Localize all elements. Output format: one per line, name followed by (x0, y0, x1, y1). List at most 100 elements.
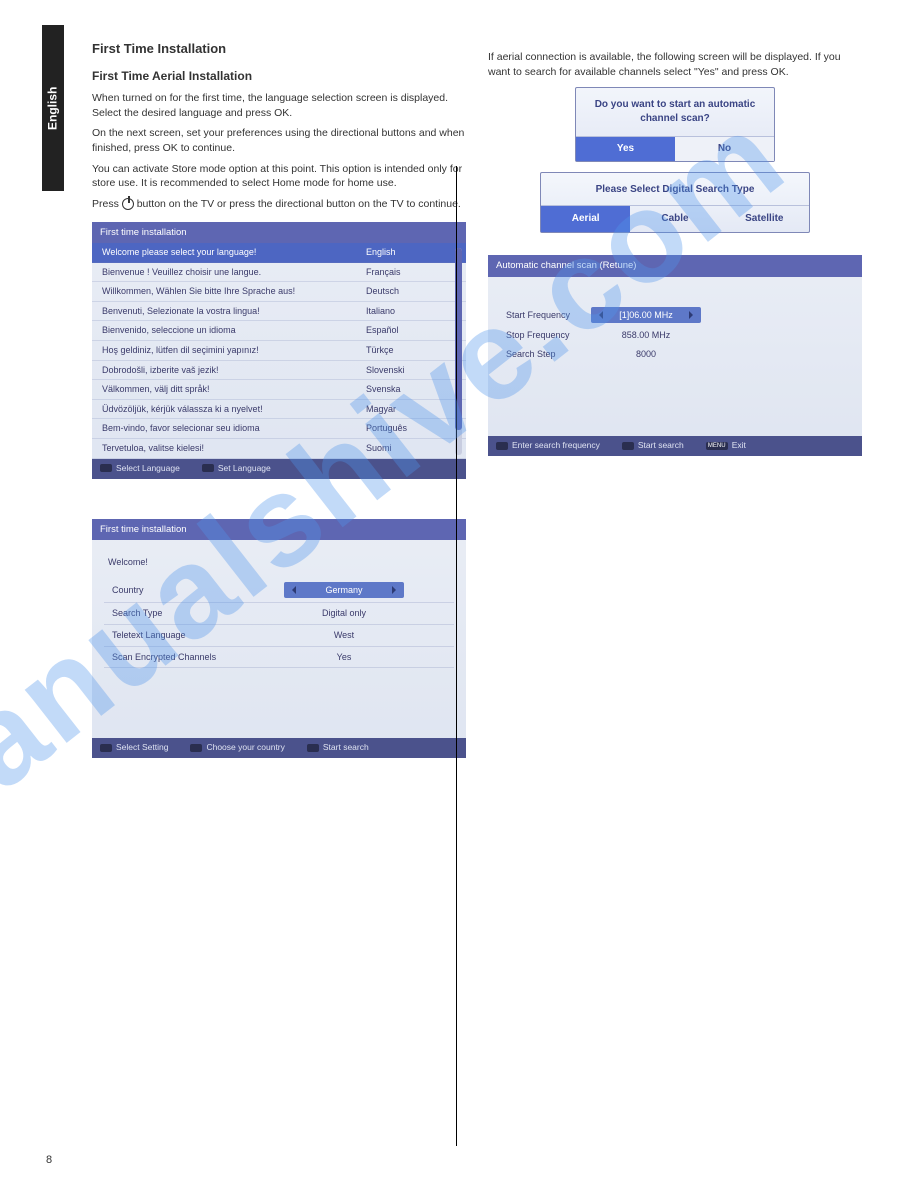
osd-language-footer: Select Language Set Language (92, 459, 466, 479)
lang-prompt: Bienvenido, seleccione un idioma (102, 324, 366, 337)
footer-set-language: Set Language (218, 463, 271, 473)
osd-welcome-title: Welcome! (104, 556, 454, 579)
scan-label: Stop Frequency (506, 329, 591, 342)
lang-name: Magyar (366, 403, 456, 416)
language-row[interactable]: Bienvenue ! Veuillez choisir une langue.… (92, 263, 466, 283)
setting-value-selected[interactable]: Germany (284, 582, 404, 598)
search-type-aerial[interactable]: Aerial (541, 206, 630, 232)
footer-select-language: Select Language (116, 463, 180, 473)
setting-value: Yes (337, 652, 352, 662)
search-type-satellite[interactable]: Satellite (720, 206, 809, 232)
lang-name: Português (366, 422, 456, 435)
osd-scan-footer: Enter search frequency Start search MENU… (488, 436, 862, 456)
lang-prompt: Bienvenue ! Veuillez choisir une langue. (102, 266, 366, 279)
language-row[interactable]: Üdvözöljük, kérjük válassza ki a nyelvet… (92, 400, 466, 420)
lang-name: Italiano (366, 305, 456, 318)
welcome-setting-row[interactable]: Country Germany (104, 578, 454, 603)
osd-welcome-panel: First time installation Welcome! Country… (92, 519, 466, 759)
language-row[interactable]: Bienvenido, seleccione un idiomaEspañol (92, 321, 466, 341)
osd-language-header: First time installation (92, 222, 466, 243)
footer-select-setting: Select Setting (116, 742, 168, 752)
lang-prompt: Willkommen, Wählen Sie bitte Ihre Sprach… (102, 285, 366, 298)
num-icon (496, 442, 508, 450)
ok-icon (202, 464, 214, 472)
setting-label: Search Type (112, 607, 242, 620)
scan-setting-row[interactable]: Stop Frequency 858.00 MHz (506, 329, 844, 342)
welcome-setting-row[interactable]: Scan Encrypted Channels Yes (104, 647, 454, 669)
dialog-search-type: Please Select Digital Search Type Aerial… (540, 172, 810, 233)
dialog-scan-no-button[interactable]: No (675, 137, 774, 161)
lang-name: Suomi (366, 442, 456, 455)
scan-value-selected[interactable]: [1]06.00 MHz (591, 307, 701, 324)
language-row[interactable]: Welcome please select your language!Engl… (92, 243, 466, 263)
language-row[interactable]: Välkommen, välj ditt språk!Svenska (92, 380, 466, 400)
footer-choose-country: Choose your country (206, 742, 284, 752)
dialog-search-type-prompt: Please Select Digital Search Type (541, 183, 809, 197)
osd-scan-rows: Start Frequency[1]06.00 MHzStop Frequenc… (488, 277, 862, 437)
lang-name: Svenska (366, 383, 456, 396)
scan-setting-row[interactable]: Search Step 8000 (506, 348, 844, 361)
ok-icon (307, 744, 319, 752)
dialog-auto-scan: Do you want to start an automatic channe… (575, 87, 775, 162)
lang-prompt: Välkommen, välj ditt språk! (102, 383, 366, 396)
lang-prompt: Üdvözöljük, kérjük válassza ki a nyelvet… (102, 403, 366, 416)
osd-welcome-rows: Country Germany Search Type Digital only Tel… (104, 578, 454, 668)
welcome-setting-row[interactable]: Search Type Digital only (104, 603, 454, 625)
scan-value: 8000 (636, 349, 656, 359)
lang-name: Deutsch (366, 285, 456, 298)
page-number: 8 (46, 1153, 52, 1168)
lang-prompt: Bem-vindo, favor selecionar seu idioma (102, 422, 366, 435)
osd-welcome-header: First time installation (92, 519, 466, 540)
footer-enter-frequency: Enter search frequency (512, 440, 600, 450)
page-content: First Time Installation First Time Aeria… (92, 30, 862, 772)
osd-language-panel: First time installation Welcome please s… (92, 222, 466, 479)
lang-prompt: Hoş geldiniz, lütfen dil seçimini yapını… (102, 344, 366, 357)
lang-name: Slovenski (366, 364, 456, 377)
power-icon (122, 198, 134, 210)
language-row[interactable]: Dobrodošli, izberite vaš jezik!Slovenski (92, 361, 466, 381)
scan-label: Start Frequency (506, 309, 591, 322)
ok-icon (622, 442, 634, 450)
column-divider (456, 166, 457, 1146)
right-column: If aerial connection is available, the f… (488, 30, 862, 772)
left-p4-pre: Press (92, 198, 122, 210)
lang-name: Türkçe (366, 344, 456, 357)
search-type-cable[interactable]: Cable (630, 206, 719, 232)
osd-scan-panel: Automatic channel scan (Retune) Start Fr… (488, 255, 862, 456)
left-paragraph-4: Press button on the TV or press the dire… (92, 197, 466, 212)
page-side-tab: English (42, 25, 64, 191)
right-paragraph-1: If aerial connection is available, the f… (488, 50, 862, 79)
language-row[interactable]: Willkommen, Wählen Sie bitte Ihre Sprach… (92, 282, 466, 302)
lang-prompt: Dobrodošli, izberite vaš jezik! (102, 364, 366, 377)
setting-label: Country (112, 584, 242, 597)
language-row[interactable]: Bem-vindo, favor selecionar seu idiomaPo… (92, 419, 466, 439)
setting-value: Digital only (322, 608, 366, 618)
left-paragraph-3: You can activate Store mode option at th… (92, 162, 466, 191)
scan-value: 858.00 MHz (622, 330, 671, 340)
footer-exit: Exit (732, 440, 746, 450)
scan-label: Search Step (506, 348, 591, 361)
language-row[interactable]: Benvenuti, Selezionate la vostra lingua!… (92, 302, 466, 322)
dialog-scan-prompt: Do you want to start an automatic channe… (576, 98, 774, 126)
welcome-setting-row[interactable]: Teletext LanguageWest (104, 625, 454, 647)
setting-label: Teletext Language (112, 629, 242, 642)
language-row[interactable]: Tervetuloa, valitse kielesi!Suomi (92, 439, 466, 459)
osd-language-rows: Welcome please select your language!Engl… (92, 243, 466, 459)
language-row[interactable]: Hoş geldiniz, lütfen dil seçimini yapını… (92, 341, 466, 361)
lang-name: Français (366, 266, 456, 279)
osd-scan-header: Automatic channel scan (Retune) (488, 255, 862, 276)
lang-name: English (366, 246, 456, 259)
lang-prompt: Tervetuloa, valitse kielesi! (102, 442, 366, 455)
section-title: First Time Installation (92, 40, 466, 58)
setting-label: Scan Encrypted Channels (112, 651, 242, 664)
left-paragraph-2: On the next screen, set your preferences… (92, 126, 466, 155)
left-paragraph-1: When turned on for the first time, the l… (92, 91, 466, 120)
scan-setting-row[interactable]: Start Frequency[1]06.00 MHz (506, 307, 844, 324)
footer-start-search: Start search (638, 440, 684, 450)
dialog-scan-yes-button[interactable]: Yes (576, 137, 675, 161)
lang-name: Español (366, 324, 456, 337)
menu-icon: MENU (706, 442, 728, 450)
nav-icon (100, 464, 112, 472)
nav-icon (100, 744, 112, 752)
osd-welcome-footer: Select Setting Choose your country Start… (92, 738, 466, 758)
